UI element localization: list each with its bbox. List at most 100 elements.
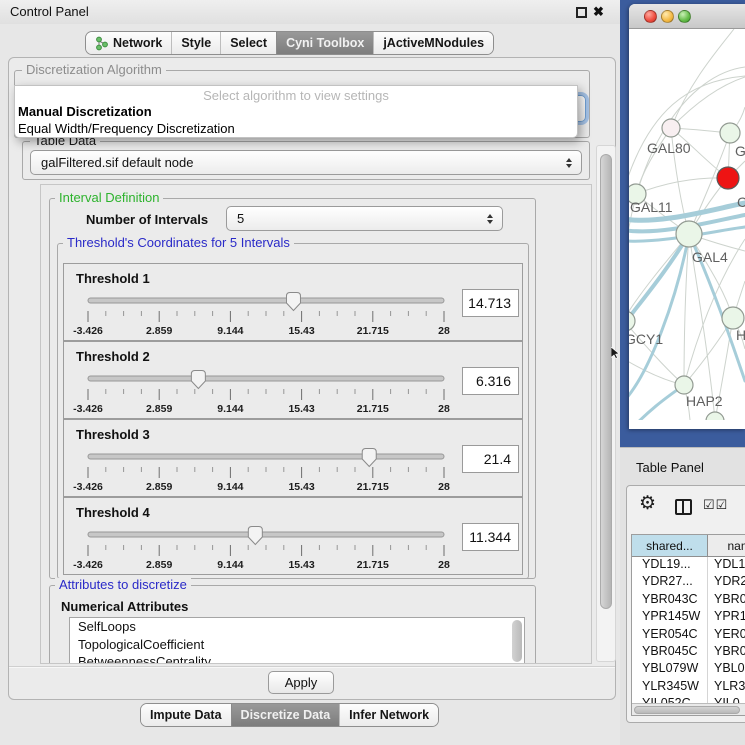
- network-node[interactable]: [720, 123, 740, 143]
- threshold-slider[interactable]: -3.4262.8599.14415.4321.71528: [78, 447, 468, 495]
- table-row[interactable]: YPR145WYPR1: [632, 609, 745, 626]
- tab-label: Discretize Data: [241, 704, 331, 726]
- network-node[interactable]: [706, 412, 724, 420]
- slider-handle[interactable]: [248, 527, 262, 545]
- table-row[interactable]: YBR045CYBR0: [632, 644, 745, 661]
- tab-discretize-data[interactable]: Discretize Data: [231, 704, 340, 726]
- network-edge-thick: [629, 234, 689, 401]
- mouse-cursor: [611, 347, 620, 359]
- checked-boxes-icon[interactable]: ☑☑: [703, 497, 728, 513]
- table-row[interactable]: YBL079WYBL0: [632, 661, 745, 678]
- threshold-slider[interactable]: -3.4262.8599.14415.4321.71528: [78, 369, 468, 417]
- table-row[interactable]: YIL052CYIL0: [632, 696, 745, 703]
- columns-icon[interactable]: [675, 499, 692, 515]
- number-of-intervals-combo[interactable]: 5: [226, 206, 503, 231]
- table-row[interactable]: YDL19...YDL1: [632, 557, 745, 574]
- cell-name[interactable]: YBR0: [708, 644, 745, 661]
- dropdown-option-manual-discretization[interactable]: Manual Discretization: [15, 103, 577, 120]
- minimize-traffic-light-icon[interactable]: [661, 10, 674, 23]
- network-node[interactable]: [675, 376, 693, 394]
- network-edge: [671, 77, 745, 128]
- numerical-attribute-item[interactable]: BetweennessCentrality: [70, 653, 524, 664]
- table-hscrollbar-thumb[interactable]: [634, 706, 740, 714]
- threshold-value-field[interactable]: 21.4: [462, 445, 519, 473]
- threshold-value-field[interactable]: 14.713: [462, 289, 519, 317]
- table-row[interactable]: YER054CYER0: [632, 627, 745, 644]
- column-header-name[interactable]: name: [708, 535, 745, 557]
- dropdown-option-equal-width-frequency-discretization[interactable]: Equal Width/Frequency Discretization: [15, 120, 577, 137]
- tab-select[interactable]: Select: [220, 32, 276, 54]
- apply-button[interactable]: Apply: [268, 671, 334, 694]
- numerical-attribute-item[interactable]: TopologicalCoefficient: [70, 636, 524, 654]
- cell-name[interactable]: YPR1: [708, 609, 745, 626]
- table-row[interactable]: YLR345WYLR3: [632, 679, 745, 696]
- tab-style[interactable]: Style: [171, 32, 220, 54]
- network-node[interactable]: [722, 307, 744, 329]
- cell-shared-name[interactable]: YPR145W: [632, 609, 708, 626]
- threshold-panel-4: Threshold 4-3.4262.8599.14415.4321.71528…: [63, 497, 523, 575]
- close-traffic-light-icon[interactable]: [644, 10, 657, 23]
- slider-handle[interactable]: [362, 449, 376, 467]
- zoom-traffic-light-icon[interactable]: [678, 10, 691, 23]
- table-row[interactable]: YBR043CYBR0: [632, 592, 745, 609]
- threshold-value-field[interactable]: 6.316: [462, 367, 519, 395]
- cell-shared-name[interactable]: YBR043C: [632, 592, 708, 609]
- cell-shared-name[interactable]: YDL19...: [632, 557, 708, 574]
- cell-shared-name[interactable]: YBL079W: [632, 661, 708, 678]
- threshold-panel-3: Threshold 3-3.4262.8599.14415.4321.71528…: [63, 419, 523, 497]
- cell-name[interactable]: YLR3: [708, 679, 745, 696]
- slider-track[interactable]: [88, 376, 444, 381]
- algorithm-dropdown-popup: Select algorithm to view settings Manual…: [14, 85, 578, 138]
- list-scrollbar-thumb[interactable]: [512, 620, 522, 662]
- tab-network[interactable]: Network: [86, 32, 171, 54]
- slider-track[interactable]: [88, 454, 444, 459]
- network-node[interactable]: [676, 221, 702, 247]
- panel-scrollbar[interactable]: [596, 145, 616, 662]
- apply-separator: [9, 666, 615, 668]
- slider-track[interactable]: [88, 532, 444, 537]
- table-hscrollbar[interactable]: [632, 703, 745, 715]
- cell-shared-name[interactable]: YDR27...: [632, 574, 708, 591]
- tab-jactivemnodules[interactable]: jActiveMNodules: [373, 32, 493, 54]
- cell-shared-name[interactable]: YIL052C: [632, 696, 708, 703]
- numerical-attributes-list[interactable]: SelfLoopsTopologicalCoefficientBetweenne…: [69, 617, 525, 664]
- tick-label: 15.43: [288, 403, 314, 415]
- numerical-attribute-item[interactable]: SelfLoops: [70, 618, 524, 636]
- attributes-group-label: Attributes to discretize: [55, 578, 191, 592]
- cell-name[interactable]: YER0: [708, 627, 745, 644]
- number-of-intervals-value: 5: [227, 211, 483, 226]
- slider-handle[interactable]: [191, 371, 205, 389]
- cell-shared-name[interactable]: YER054C: [632, 627, 708, 644]
- panel-scrollbar-thumb[interactable]: [600, 154, 612, 609]
- table-panel: Table Panel ⚙ ☑☑ shared... name YDL19...…: [620, 447, 745, 745]
- cell-shared-name[interactable]: YLR345W: [632, 679, 708, 696]
- cell-name[interactable]: YIL0: [708, 696, 745, 703]
- float-window-icon[interactable]: [576, 7, 587, 18]
- tick-label: -3.426: [73, 481, 103, 493]
- table-data-combo[interactable]: galFiltered.sif default node: [30, 150, 582, 175]
- tab-label: Infer Network: [349, 704, 429, 726]
- column-header-shared-name[interactable]: shared...: [632, 535, 708, 557]
- network-node[interactable]: [662, 119, 680, 137]
- cell-shared-name[interactable]: YBR045C: [632, 644, 708, 661]
- threshold-slider[interactable]: -3.4262.8599.14415.4321.71528: [78, 291, 468, 339]
- gear-icon[interactable]: ⚙: [639, 494, 656, 514]
- network-window-titlebar[interactable]: [629, 4, 745, 29]
- cell-name[interactable]: YDR2: [708, 574, 745, 591]
- slider-handle[interactable]: [286, 293, 300, 311]
- cell-name[interactable]: YBL0: [708, 661, 745, 678]
- tab-infer-network[interactable]: Infer Network: [339, 704, 438, 726]
- table-row[interactable]: YDR27...YDR2: [632, 574, 745, 591]
- slider-track[interactable]: [88, 298, 444, 303]
- tab-cyni-toolbox[interactable]: Cyni Toolbox: [276, 32, 373, 54]
- close-icon[interactable]: ✖: [593, 3, 604, 21]
- threshold-value-field[interactable]: 11.344: [462, 523, 519, 551]
- tab-impute-data[interactable]: Impute Data: [141, 704, 231, 726]
- network-canvas[interactable]: GAL80GCGAL11GAL4GCY1HHAP2: [629, 29, 745, 420]
- cell-name[interactable]: YBR0: [708, 592, 745, 609]
- network-node[interactable]: [717, 167, 739, 189]
- threshold-slider[interactable]: -3.4262.8599.14415.4321.71528: [78, 525, 468, 573]
- combo-arrows-icon: [483, 214, 497, 224]
- cell-name[interactable]: YDL1: [708, 557, 745, 574]
- threshold-panel-1: Threshold 1-3.4262.8599.14415.4321.71528…: [63, 263, 523, 341]
